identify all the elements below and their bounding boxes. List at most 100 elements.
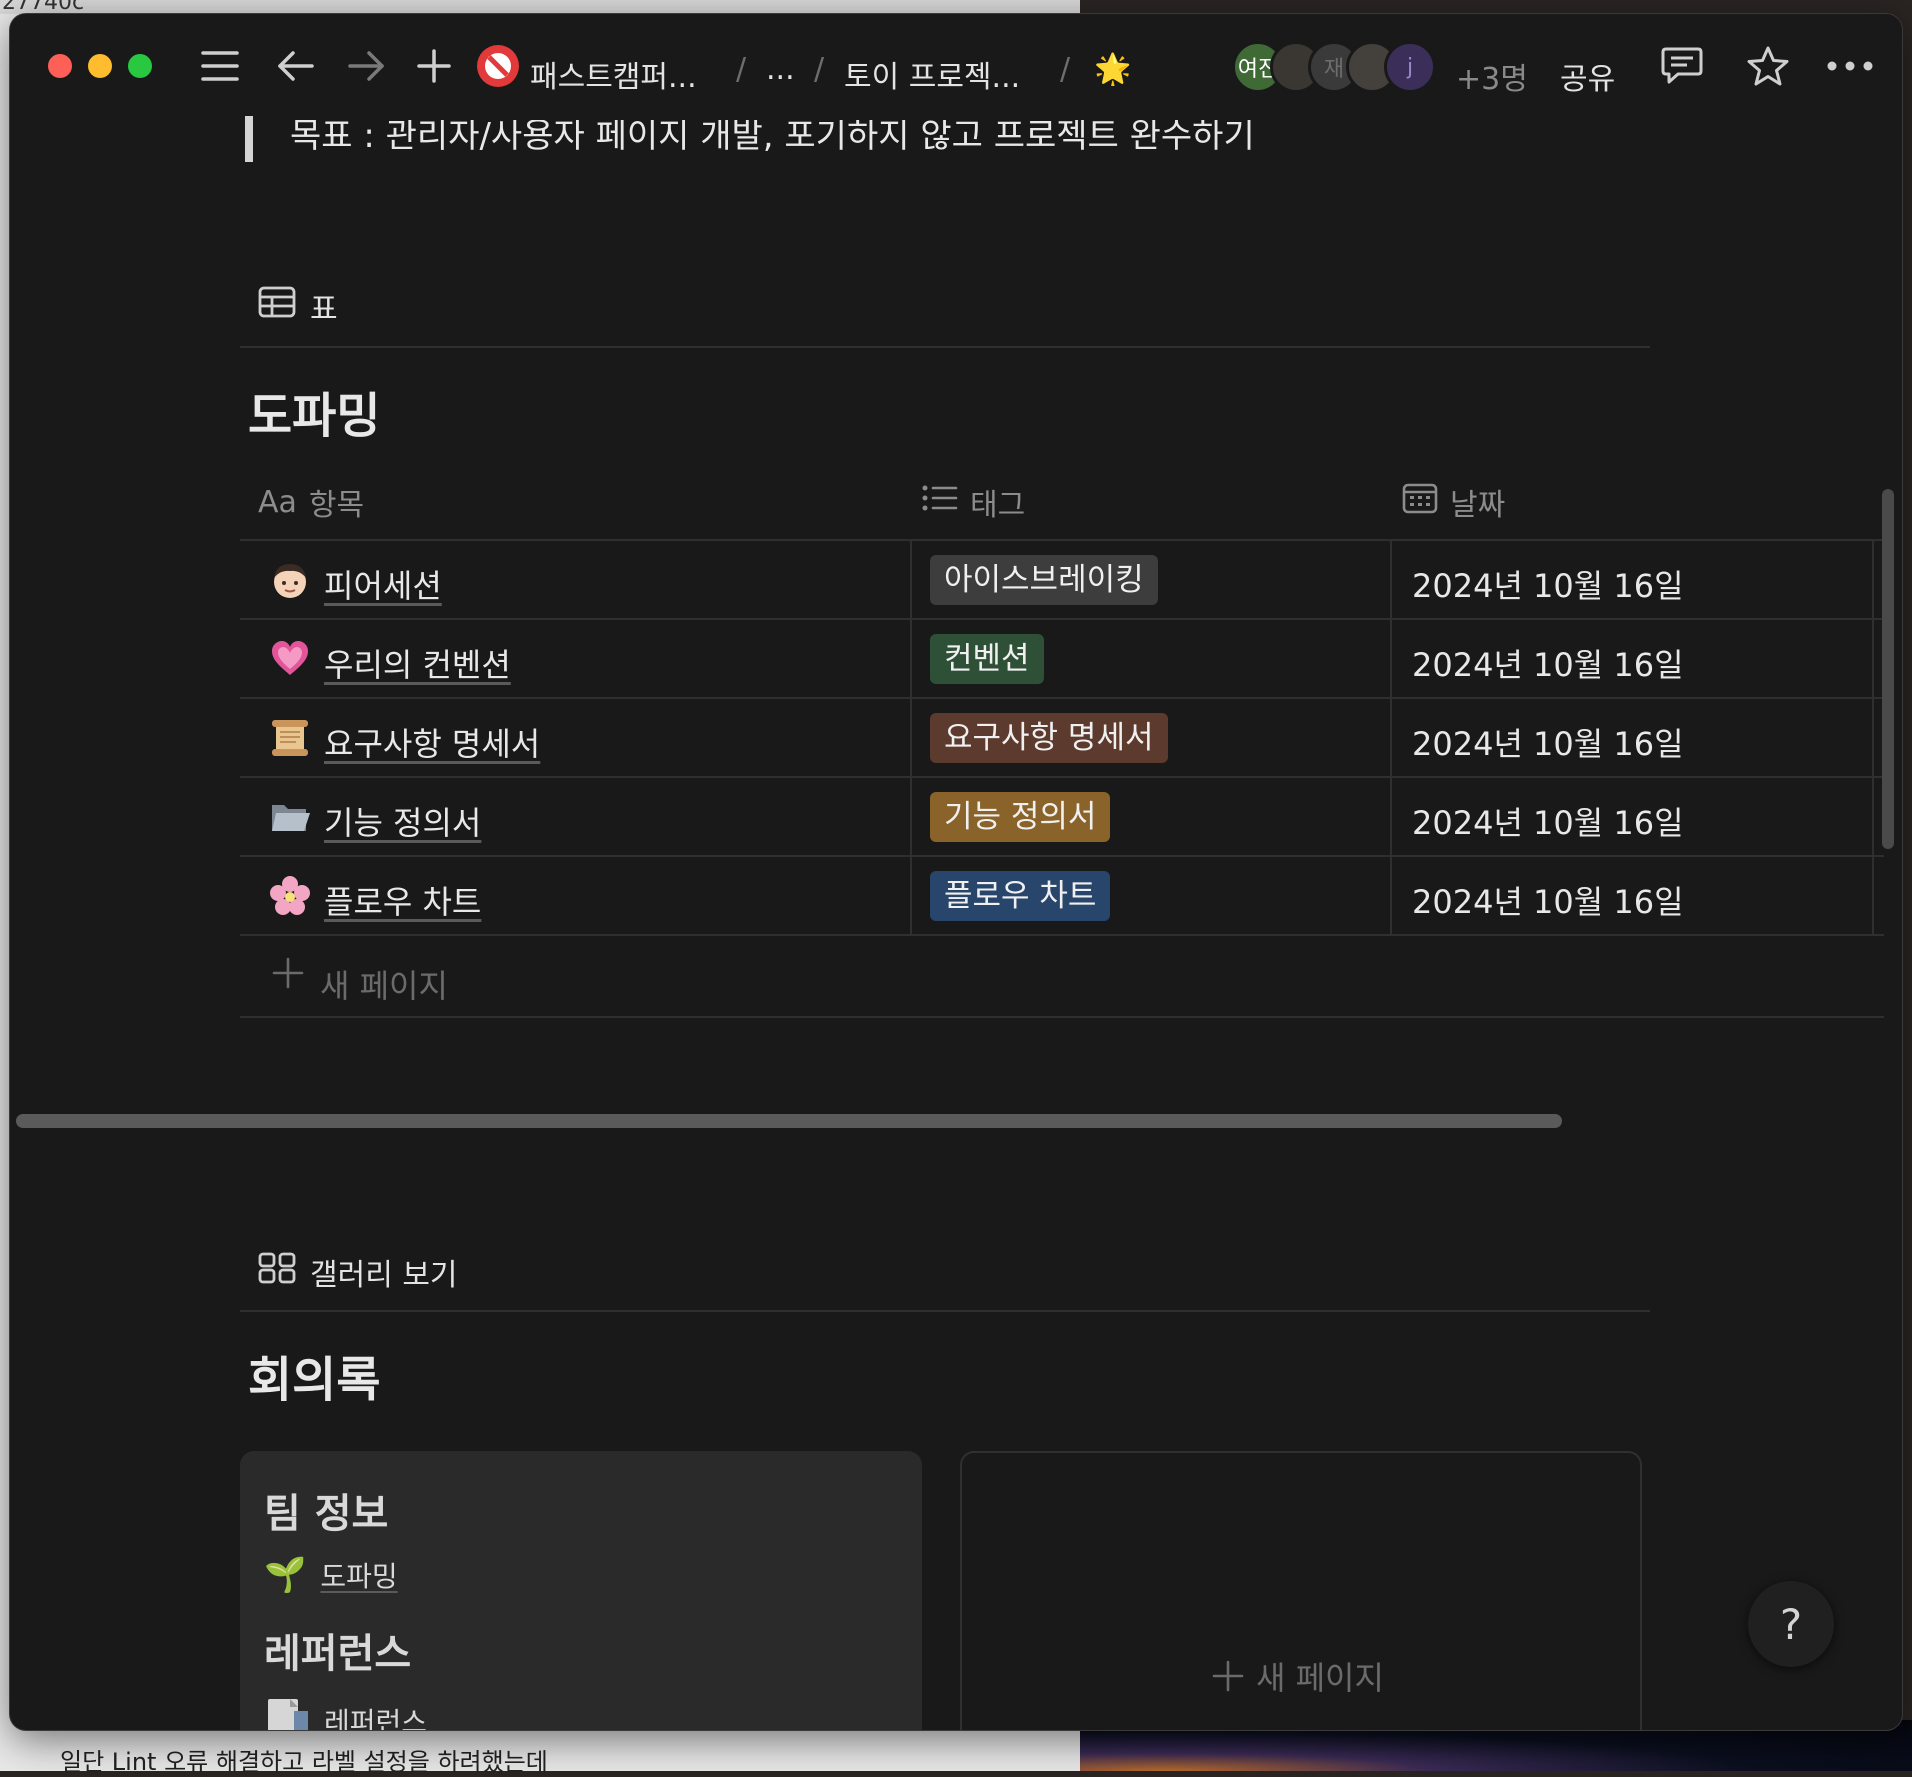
view-tab-label: 표 [310, 292, 338, 327]
share-button[interactable]: 공유 [1560, 54, 1615, 98]
background-text: 일단 Lint 오류 해결하고 라벨 설정을 하려했는데 [60, 1748, 548, 1776]
close-window-button[interactable] [48, 54, 72, 78]
back-arrow-icon[interactable] [272, 42, 320, 90]
document-icon [264, 1697, 310, 1730]
breadcrumb-workspace[interactable]: 패스트캠퍼... [530, 52, 697, 96]
new-page-label: 새 페이지 [320, 967, 448, 1005]
row-date[interactable]: 2024년 10월 16일 [1412, 877, 1684, 923]
view-tab-label: 갤러리 보기 [310, 1258, 458, 1293]
cell-divider [1872, 620, 1874, 699]
vertical-scrollbar[interactable] [1882, 489, 1894, 849]
new-page-label: 새 페이지 [1256, 1659, 1384, 1697]
row-title[interactable]: 우리의 컨벤션 [324, 640, 511, 686]
topbar: 패스트캠퍼... / ... / 토이 프로젝... / 🌟 여진 재 j +3… [10, 14, 1902, 116]
help-button[interactable]: ? [1748, 1581, 1834, 1667]
table-icon [258, 286, 296, 326]
forward-arrow-icon[interactable] [342, 42, 390, 90]
notion-window: 패스트캠퍼... / ... / 토이 프로젝... / 🌟 여진 재 j +3… [10, 14, 1902, 1730]
column-header-tags[interactable]: 태그 [922, 480, 1025, 524]
favorite-star-icon[interactable] [1744, 42, 1792, 90]
tag-pill[interactable]: 플로우 차트 [930, 871, 1111, 921]
more-users-count[interactable]: +3명 [1456, 54, 1528, 98]
card-heading: 팀 정보 [264, 1491, 389, 1537]
cell-divider [910, 620, 912, 699]
view-divider [240, 1310, 1650, 1312]
row-title[interactable]: 기능 정의서 [324, 798, 481, 844]
table-row[interactable]: 우리의 컨벤션 컨벤션 2024년 10월 16일 [240, 618, 1884, 699]
row-title[interactable]: 피어세션 [324, 561, 442, 607]
quote-bar [245, 112, 253, 162]
cell-divider [910, 541, 912, 620]
row-date[interactable]: 2024년 10월 16일 [1412, 561, 1684, 607]
row-date[interactable]: 2024년 10월 16일 [1412, 719, 1684, 765]
view-tab-table[interactable]: 표 [258, 284, 338, 328]
row-date[interactable]: 2024년 10월 16일 [1412, 640, 1684, 686]
cell-divider [1390, 778, 1392, 857]
tag-pill[interactable]: 아이스브레이킹 [930, 555, 1158, 605]
list-icon [922, 484, 958, 520]
new-page-button[interactable]: 새 페이지 [240, 939, 1884, 1018]
cell-divider [1390, 857, 1392, 936]
database-title[interactable]: 회의록 [248, 1340, 380, 1410]
cell-divider [1390, 699, 1392, 778]
table-row[interactable]: 피어세션 아이스브레이킹 2024년 10월 16일 [240, 539, 1884, 620]
table-row[interactable]: 플로우 차트 플로우 차트 2024년 10월 16일 [240, 855, 1884, 936]
tag-pill[interactable]: 요구사항 명세서 [930, 713, 1168, 763]
cell-divider [1872, 778, 1874, 857]
horizontal-scrollbar[interactable] [16, 1114, 1562, 1128]
background-top-text: 27740c [2, 0, 85, 14]
comment-icon[interactable] [1658, 42, 1706, 90]
plus-icon [272, 957, 304, 998]
new-page-plus-icon[interactable] [410, 42, 458, 90]
minimize-window-button[interactable] [88, 54, 112, 78]
text-type-icon: Aa [258, 484, 297, 520]
breadcrumb-separator: / [736, 52, 747, 87]
tag-pill[interactable]: 컨벤션 [930, 634, 1044, 684]
page-icon [270, 876, 310, 916]
calendar-icon [1402, 482, 1438, 522]
tag-pill[interactable]: 기능 정의서 [930, 792, 1111, 842]
gallery-icon [258, 1252, 296, 1292]
cell-divider [910, 857, 912, 936]
card-link-label: 도파밍 [320, 1560, 398, 1593]
gallery-card[interactable]: 팀 정보 🌱 도파밍 레퍼런스 레퍼런스 [240, 1451, 922, 1730]
card-link-dopaming[interactable]: 🌱 도파밍 [264, 1555, 398, 1595]
card-link-reference[interactable]: 레퍼런스 [264, 1697, 427, 1730]
table-row[interactable]: 요구사항 명세서 요구사항 명세서 2024년 10월 16일 [240, 697, 1884, 778]
more-options-icon[interactable] [1826, 42, 1874, 90]
sidebar-menu-icon[interactable] [196, 42, 244, 90]
cell-divider [1390, 541, 1392, 620]
breadcrumb-separator: / [814, 52, 825, 87]
column-header-label: 항목 [308, 488, 365, 523]
view-divider [240, 346, 1650, 348]
new-page-button[interactable]: 새 페이지 [1212, 1653, 1384, 1699]
workspace-logo-icon[interactable] [474, 42, 522, 90]
page-icon [270, 560, 310, 600]
breadcrumb-ellipsis[interactable]: ... [766, 52, 795, 87]
avatar[interactable]: j [1384, 41, 1436, 93]
cell-divider [910, 778, 912, 857]
page-icon [270, 718, 310, 758]
row-title[interactable]: 요구사항 명세서 [324, 719, 540, 765]
plus-icon [1212, 1660, 1244, 1692]
database-title[interactable]: 도파밍 [248, 376, 380, 446]
row-date[interactable]: 2024년 10월 16일 [1412, 798, 1684, 844]
breadcrumb-project[interactable]: 토이 프로젝... [844, 52, 1020, 96]
card-heading: 레퍼런스 [264, 1631, 412, 1677]
card-link-label: 레퍼런스 [324, 1705, 428, 1731]
gallery-new-card[interactable]: 새 페이지 [960, 1451, 1642, 1730]
column-header-date[interactable]: 날짜 [1402, 480, 1505, 524]
cell-divider [1390, 620, 1392, 699]
view-tab-gallery[interactable]: 갤러리 보기 [258, 1250, 458, 1294]
fullscreen-window-button[interactable] [128, 54, 152, 78]
breadcrumb-current-page[interactable]: 🌟 [1094, 52, 1131, 87]
column-header-label: 날짜 [1450, 488, 1506, 523]
cell-divider [910, 699, 912, 778]
column-header-name[interactable]: Aa 항목 [258, 480, 364, 524]
page-icon [270, 639, 310, 679]
cell-divider [1872, 699, 1874, 778]
row-title[interactable]: 플로우 차트 [324, 877, 481, 923]
table-row[interactable]: 기능 정의서 기능 정의서 2024년 10월 16일 [240, 776, 1884, 857]
row-divider [240, 934, 1884, 936]
breadcrumb-separator: / [1060, 52, 1071, 87]
